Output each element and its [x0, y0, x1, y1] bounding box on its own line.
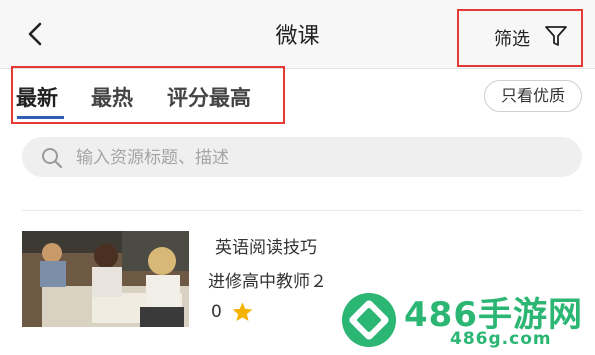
filter-button[interactable]: 筛选 [494, 25, 530, 51]
star-icon [232, 302, 253, 321]
active-tab-indicator [17, 116, 64, 119]
tab-top-rated[interactable]: 评分最高 [167, 82, 251, 112]
search-bar[interactable] [22, 137, 582, 179]
quality-only-button[interactable]: 只看优质 [484, 80, 582, 112]
course-title: 英语阅读技巧 [215, 238, 317, 258]
filter-icon[interactable] [544, 24, 568, 48]
watermark: 486手游网 486g.com [340, 287, 595, 355]
search-input[interactable] [74, 137, 558, 179]
watermark-logo [342, 293, 396, 347]
course-score: 0 [211, 302, 222, 322]
course-teacher: 进修高中教师２ [208, 272, 327, 292]
tab-latest[interactable]: 最新 [16, 82, 58, 112]
search-icon [42, 148, 63, 169]
tab-hottest[interactable]: 最热 [91, 82, 133, 112]
watermark-site: 486g.com [450, 329, 552, 349]
course-thumbnail[interactable] [22, 231, 189, 327]
divider [22, 210, 582, 211]
